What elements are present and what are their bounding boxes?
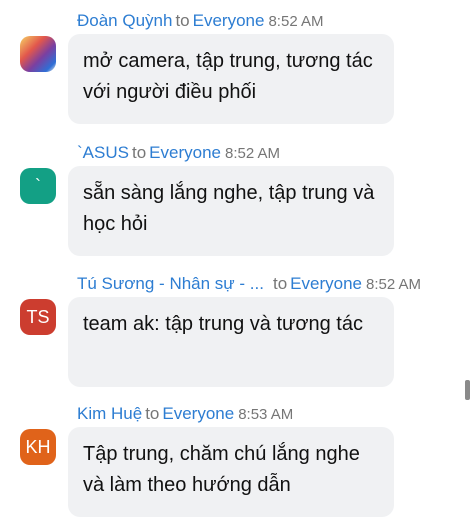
message-bubble: team ak: tập trung và tương tác <box>68 297 394 387</box>
timestamp: 8:52 AM <box>224 145 281 162</box>
sender-name[interactable]: Kim Huệ <box>77 404 142 423</box>
avatar-initials: ` <box>35 175 41 196</box>
message-header: `ASUS to Everyone 8:52 AM <box>77 142 280 165</box>
to-label: to <box>131 143 147 162</box>
message-bubble: Tập trung, chăm chú lắng nghe và làm the… <box>68 427 394 517</box>
chat-panel: Đoàn Quỳnh to Everyone 8:52 AM mở camera, t… <box>0 0 470 517</box>
message-header: Đoàn Quỳnh to Everyone 8:52 AM <box>77 10 324 33</box>
to-label: to <box>272 274 288 293</box>
to-label: to <box>145 404 160 423</box>
avatar: TS <box>20 299 56 335</box>
message-header: Kim Huệ to Everyone 8:53 AM <box>77 403 293 426</box>
recipient-name[interactable]: Everyone <box>149 143 221 162</box>
message-header: Tú Sương - Nhân sự - ... to Everyone 8:52 A… <box>77 273 421 296</box>
avatar: KH <box>20 429 56 465</box>
sender-name[interactable]: `ASUS <box>77 143 129 162</box>
to-label: to <box>175 11 190 30</box>
sender-name[interactable]: Tú Sương - Nhân sự - ... <box>77 274 264 293</box>
avatar <box>20 36 56 72</box>
sender-name[interactable]: Đoàn Quỳnh <box>77 11 172 30</box>
timestamp: 8:52 AM <box>268 13 324 30</box>
scrollbar-thumb[interactable] <box>465 380 470 400</box>
message-bubble: mở camera, tập trung, tương tác với ngườ… <box>68 34 394 124</box>
timestamp: 8:53 AM <box>238 406 294 423</box>
recipient-name[interactable]: Everyone <box>193 11 265 30</box>
message-bubble: sẵn sàng lắng nghe, tập trung và học hỏi <box>68 166 394 256</box>
timestamp: 8:52 AM <box>365 276 422 293</box>
avatar-initials: KH <box>25 436 51 457</box>
recipient-name[interactable]: Everyone <box>162 404 234 423</box>
avatar-initials: TS <box>26 306 50 327</box>
avatar: ` <box>20 168 56 204</box>
recipient-name[interactable]: Everyone <box>290 274 362 293</box>
